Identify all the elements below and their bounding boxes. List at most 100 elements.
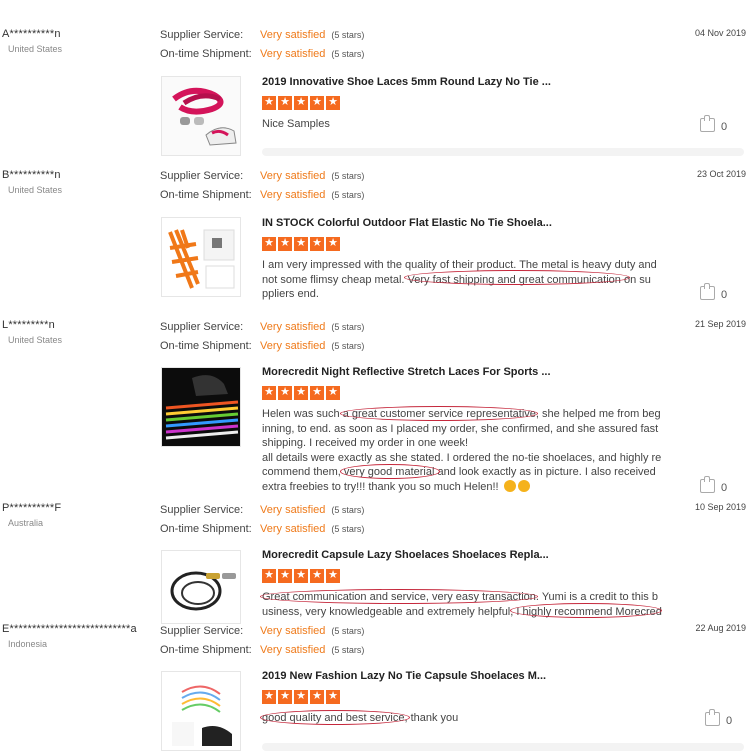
star-icon	[278, 95, 292, 110]
like-button[interactable]: 0	[700, 283, 727, 301]
reviewer-country: United States	[8, 335, 63, 345]
supplier-stars: (5 stars)	[331, 505, 365, 515]
star-icon	[262, 689, 276, 704]
reviewer-country: United States	[8, 185, 63, 195]
supplier-value: Very satisfied	[260, 504, 326, 516]
star-icon	[278, 568, 292, 583]
product-title-link[interactable]: 2019 Innovative Shoe Laces 5mm Round Laz…	[262, 76, 551, 88]
supplier-stars: (5 stars)	[331, 626, 365, 636]
product-title-link[interactable]: IN STOCK Colorful Outdoor Flat Elastic N…	[262, 217, 552, 229]
star-icon	[262, 568, 276, 583]
product-title-link[interactable]: Morecredit Night Reflective Stretch Lace…	[262, 366, 551, 378]
supplier-label: Supplier Service:	[160, 29, 244, 41]
highlight-circle	[510, 603, 662, 618]
thumbs-up-icon	[700, 115, 715, 132]
review-line: commend them, very good material and loo…	[262, 466, 656, 478]
reviewer-country: United States	[8, 44, 63, 54]
star-icon	[262, 236, 276, 251]
shipment-label: On-time Shipment:	[160, 644, 252, 656]
star-icon	[262, 95, 276, 110]
product-thumbnail[interactable]	[161, 76, 241, 156]
shipment-stars: (5 stars)	[331, 49, 365, 59]
reviewer-name: E***************************a	[2, 623, 137, 635]
reviewer-name: B**********n	[2, 169, 61, 181]
star-icon	[326, 385, 340, 400]
review-line: Nice Samples	[262, 118, 330, 130]
product-thumbnail[interactable]	[161, 367, 241, 447]
review-date: 04 Nov 2019	[694, 28, 746, 38]
supplier-label: Supplier Service:	[160, 321, 244, 333]
product-rating	[262, 568, 342, 583]
shoelace-image	[162, 551, 240, 623]
shoelace-image	[172, 87, 237, 146]
highlight-circle	[404, 270, 630, 285]
like-count: 0	[721, 121, 728, 133]
shipment-label: On-time Shipment:	[160, 340, 252, 352]
supplier-value: Very satisfied	[260, 170, 326, 182]
reviewer-country: Australia	[8, 518, 44, 528]
emoji-icon	[517, 479, 530, 492]
product-rating	[262, 95, 342, 110]
review-text: Nice Samples	[262, 117, 654, 132]
like-button[interactable]: 0	[705, 709, 733, 727]
like-count: 0	[721, 482, 728, 494]
supplier-stars: (5 stars)	[331, 30, 365, 40]
product-title-link[interactable]: 2019 New Fashion Lazy No Tie Capsule Sho…	[262, 670, 546, 682]
product-thumbnail[interactable]	[161, 671, 241, 751]
service-ratings: Supplier Service: Very satisfied (5 stars)…	[160, 624, 364, 662]
supplier-value: Very satisfied	[260, 321, 326, 333]
supplier-label: Supplier Service:	[160, 170, 244, 182]
review-line: all details were exactly as she stated. …	[262, 451, 662, 464]
star-icon	[294, 568, 308, 583]
product-thumbnail[interactable]	[161, 550, 241, 624]
like-button[interactable]: 0	[700, 115, 728, 133]
shipment-stars: (5 stars)	[331, 190, 365, 200]
like-count: 0	[726, 715, 733, 727]
star-icon	[278, 385, 292, 400]
star-icon	[294, 95, 308, 110]
emoji-icon	[503, 479, 516, 492]
reviewer-name: A**********n	[2, 28, 61, 40]
highlight-circle	[260, 589, 538, 604]
star-icon	[326, 95, 340, 110]
review-date: 22 Aug 2019	[695, 623, 746, 633]
review-date: 23 Oct 2019	[696, 169, 746, 179]
shipment-value: Very satisfied	[260, 644, 326, 656]
product-title-link[interactable]: Morecredit Capsule Lazy Shoelaces Shoela…	[262, 549, 549, 561]
shoelace-image	[162, 672, 240, 750]
supplier-stars: (5 stars)	[331, 322, 365, 332]
reply-bar	[262, 148, 744, 156]
thumbs-up-icon	[705, 709, 720, 726]
shipment-value: Very satisfied	[260, 523, 326, 535]
star-icon	[262, 385, 276, 400]
shipment-stars: (5 stars)	[331, 524, 365, 534]
highlight-circle	[340, 406, 538, 421]
shoelace-image	[162, 368, 240, 446]
star-icon	[278, 689, 292, 704]
star-icon	[294, 236, 308, 251]
star-icon	[294, 385, 308, 400]
supplier-value: Very satisfied	[260, 29, 326, 41]
shoelace-image	[162, 218, 240, 296]
reviewer-name: L*********n	[2, 319, 55, 331]
supplier-label: Supplier Service:	[160, 625, 244, 637]
like-button[interactable]: 0	[700, 476, 728, 494]
review-line: inning, to end. as soon as I placed my o…	[262, 422, 659, 435]
review-line: shipping. I received my order in one wee…	[262, 437, 469, 449]
supplier-label: Supplier Service:	[160, 504, 244, 516]
star-icon	[310, 95, 324, 110]
product-rating	[262, 385, 342, 400]
product-rating	[262, 236, 342, 251]
highlight-circle	[260, 710, 410, 725]
reviewer-country: Indonesia	[8, 639, 48, 649]
shipment-label: On-time Shipment:	[160, 48, 252, 60]
highlight-circle	[340, 464, 440, 479]
review-line: extra freebies to try!!! thank you so mu…	[262, 480, 499, 493]
shipment-value: Very satisfied	[260, 189, 326, 201]
product-thumbnail[interactable]	[161, 217, 241, 297]
shipment-stars: (5 stars)	[331, 341, 365, 351]
star-icon	[310, 385, 324, 400]
thumbs-up-icon	[700, 283, 715, 300]
supplier-value: Very satisfied	[260, 625, 326, 637]
star-icon	[310, 236, 324, 251]
